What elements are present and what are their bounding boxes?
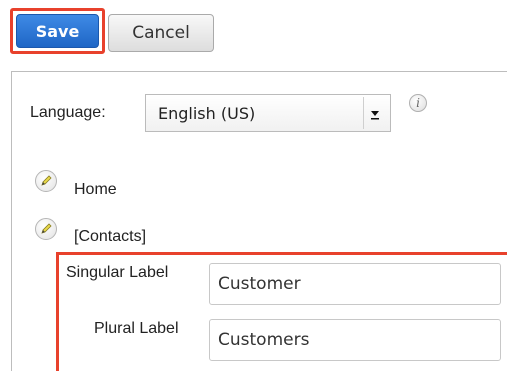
pencil-icon[interactable] [35, 170, 57, 192]
module-label-contacts: [Contacts] [74, 228, 147, 245]
language-selected-value: English (US) [158, 103, 256, 123]
dropdown-arrow-icon[interactable] [363, 97, 386, 129]
pencil-icon[interactable] [35, 218, 57, 240]
module-label-home: Home [74, 181, 117, 198]
cancel-button[interactable]: Cancel [108, 14, 214, 52]
rename-module-page: Save Cancel Language: English (US) i Hom… [0, 0, 507, 371]
plural-label-input[interactable]: Customers [209, 319, 501, 361]
info-icon[interactable]: i [409, 94, 427, 112]
plural-label-caption: Plural Label [94, 320, 179, 337]
save-button[interactable]: Save [16, 14, 99, 48]
language-select[interactable]: English (US) [145, 94, 391, 132]
singular-label-input[interactable]: Customer [209, 263, 501, 305]
singular-label-caption: Singular Label [66, 264, 169, 281]
language-label: Language: [30, 104, 106, 121]
